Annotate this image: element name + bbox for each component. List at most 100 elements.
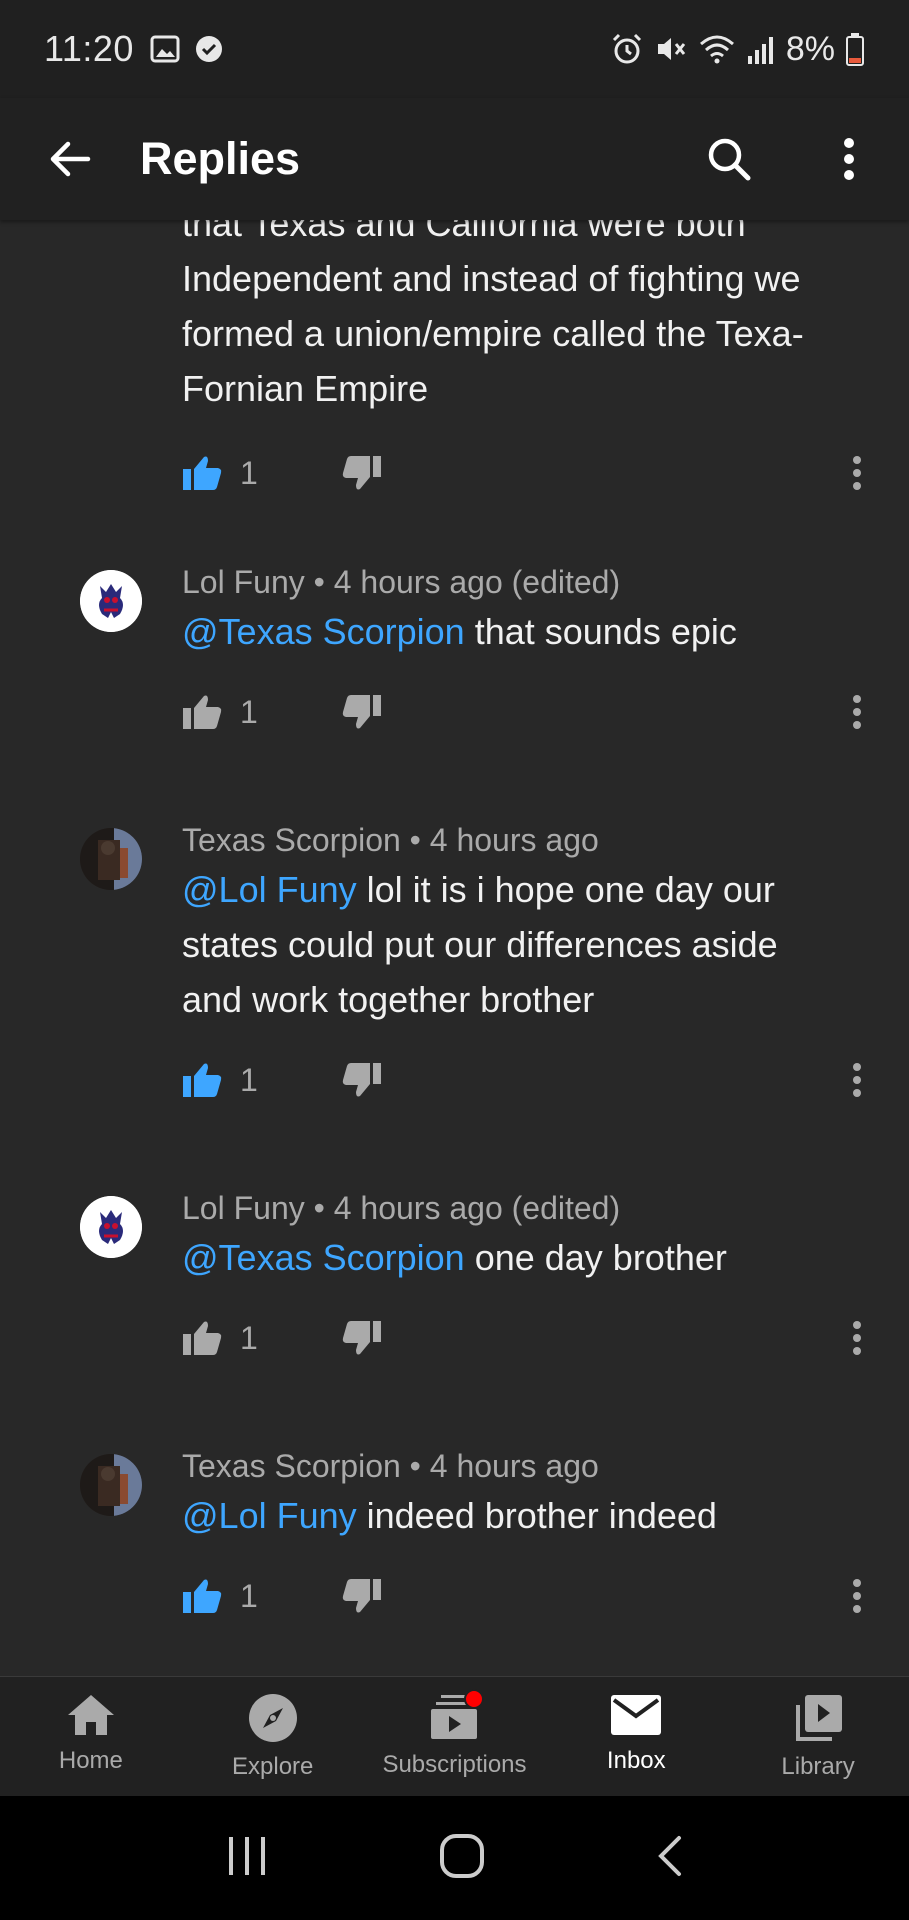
nav-explore[interactable]: Explore — [182, 1677, 364, 1796]
check-circle-icon — [195, 36, 222, 62]
comment-meta: Lol Funy • 4 hours ago (edited) — [182, 1190, 621, 1226]
nav-library[interactable]: Library — [727, 1677, 909, 1796]
avatar-photo-icon — [80, 828, 142, 890]
comment-item: Lol Funy • 4 hours ago (edited) @Texas S… — [0, 505, 909, 763]
avatar-photo-icon — [80, 1454, 142, 1516]
avatar[interactable] — [80, 828, 142, 890]
comment-more-button[interactable] — [842, 1062, 872, 1098]
thumbs-down-icon — [342, 1579, 381, 1613]
wifi-icon — [699, 35, 734, 64]
search-button[interactable] — [669, 98, 789, 220]
thumbs-down-icon — [342, 456, 381, 490]
mention-link[interactable]: @Lol Funy — [182, 869, 357, 910]
thumbs-down-icon — [342, 1063, 381, 1097]
inbox-icon — [611, 1695, 662, 1735]
nav-label: Home — [58, 1747, 123, 1774]
avatar[interactable] — [80, 1454, 142, 1516]
thumbs-down-icon — [342, 1321, 381, 1355]
more-vert-icon — [853, 456, 861, 490]
chevron-left-icon — [657, 1835, 681, 1876]
back-system-button[interactable] — [655, 1834, 685, 1883]
nav-subscriptions[interactable]: Subscriptions — [364, 1677, 546, 1796]
like-button[interactable]: 1 — [182, 455, 342, 492]
status-bar: 11:20 8% — [0, 0, 909, 98]
arrow-back-icon — [50, 141, 91, 177]
like-button[interactable]: 1 — [182, 1062, 342, 1099]
more-vert-icon — [844, 138, 854, 180]
battery-icon — [846, 33, 864, 66]
more-vert-icon — [853, 695, 861, 729]
comment-text: Independent and instead of fighting we f… — [182, 258, 804, 409]
comment-text: one day brother — [464, 1237, 727, 1278]
comment-top: that Texas and California were both Inde… — [0, 220, 909, 505]
nav-home[interactable]: Home — [0, 1677, 182, 1796]
nav-inbox[interactable]: Inbox — [545, 1677, 727, 1796]
thumbs-up-icon — [183, 1321, 222, 1355]
dislike-button[interactable] — [342, 455, 382, 491]
more-vert-icon — [853, 1321, 861, 1355]
mute-icon — [657, 38, 686, 60]
recent-apps-icon — [228, 1836, 265, 1875]
dislike-button[interactable] — [342, 1320, 382, 1356]
thumbs-up-filled-icon — [183, 1579, 222, 1613]
replies-list[interactable]: that Texas and California were both Inde… — [0, 220, 909, 1676]
comment-text: that sounds epic — [464, 611, 737, 652]
recent-apps-button[interactable] — [225, 1834, 269, 1883]
comment-more-button[interactable] — [842, 455, 872, 491]
comment-more-button[interactable] — [842, 1578, 872, 1614]
nav-label: Inbox — [606, 1747, 666, 1774]
comment-more-button[interactable] — [842, 1320, 872, 1356]
comment-more-button[interactable] — [842, 694, 872, 730]
notification-dot — [464, 1689, 485, 1709]
bottom-navigation: Home Explore Subscriptions Inbox Library — [0, 1676, 909, 1796]
mention-link[interactable]: @Texas Scorpion — [182, 1237, 465, 1278]
search-icon — [708, 138, 751, 181]
like-button[interactable]: 1 — [182, 1578, 342, 1615]
comment-meta: Texas Scorpion • 4 hours ago — [182, 822, 599, 858]
home-system-button[interactable] — [438, 1832, 486, 1885]
dislike-button[interactable] — [342, 1062, 382, 1098]
thumbs-up-icon — [183, 695, 222, 729]
dislike-button[interactable] — [342, 694, 382, 730]
app-bar: Replies — [0, 98, 909, 220]
like-count: 1 — [240, 1577, 258, 1614]
comment-text: indeed brother indeed — [356, 1495, 717, 1536]
back-button[interactable] — [0, 98, 140, 220]
nav-label: Subscriptions — [382, 1751, 527, 1778]
page-title: Replies — [140, 133, 301, 184]
thumbs-up-filled-icon — [183, 1063, 222, 1097]
status-time: 11:20 — [44, 28, 134, 69]
comment-meta: Texas Scorpion • 4 hours ago — [182, 1448, 599, 1484]
mention-link[interactable]: @Lol Funy — [182, 1495, 357, 1536]
signal-icon — [747, 37, 773, 64]
alarm-icon — [612, 33, 641, 64]
avatar[interactable] — [80, 1196, 142, 1258]
avatar-mascot-icon — [80, 570, 142, 632]
thumbs-down-icon — [342, 695, 381, 729]
system-navigation-bar — [0, 1796, 909, 1920]
home-circle-icon — [439, 1833, 484, 1878]
comment-item: Texas Scorpion • 4 hours ago @Lol Funy i… — [0, 1389, 909, 1669]
comment-item: Lol Funy • 4 hours ago (edited) @Texas S… — [0, 1131, 909, 1389]
gallery-icon — [150, 35, 180, 63]
battery-percent: 8% — [785, 29, 835, 68]
more-options-button[interactable] — [789, 98, 909, 220]
home-icon — [67, 1695, 114, 1735]
nav-label: Explore — [232, 1753, 314, 1780]
mention-link[interactable]: @Texas Scorpion — [182, 611, 465, 652]
avatar-mascot-icon — [80, 1196, 142, 1258]
like-count: 1 — [240, 1319, 258, 1356]
dislike-button[interactable] — [342, 1578, 382, 1614]
compass-icon — [248, 1694, 297, 1742]
like-button[interactable]: 1 — [182, 694, 342, 731]
like-button[interactable]: 1 — [182, 1320, 342, 1357]
avatar[interactable] — [80, 570, 142, 632]
like-count: 1 — [240, 454, 258, 491]
comment-item: Texas Scorpion • 4 hours ago @Lol Funy l… — [0, 763, 909, 1131]
more-vert-icon — [853, 1579, 861, 1613]
comment-text-cut: that Texas and California were both — [182, 220, 746, 244]
like-count: 1 — [240, 1061, 258, 1098]
comment-meta: Lol Funy • 4 hours ago (edited) — [182, 564, 621, 600]
nav-label: Library — [781, 1753, 855, 1780]
library-icon — [796, 1695, 843, 1741]
